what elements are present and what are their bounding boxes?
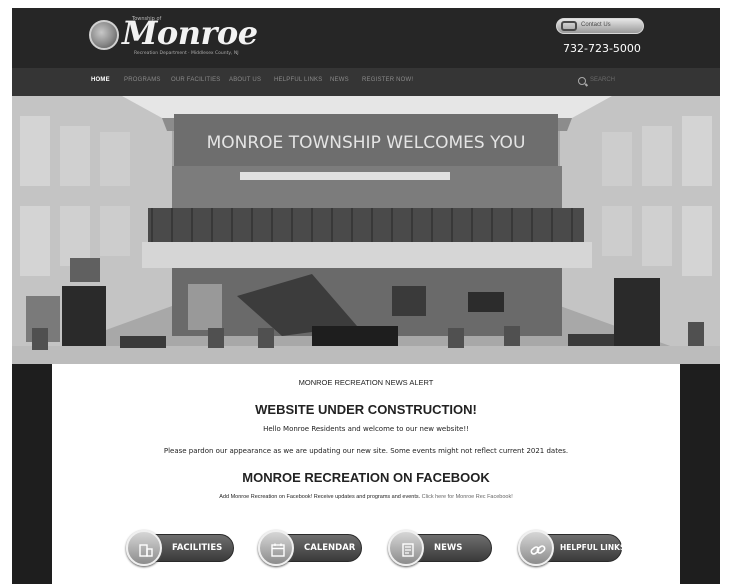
- news-button[interactable]: NEWS: [388, 530, 492, 566]
- site-logo[interactable]: Monroe: [122, 14, 258, 52]
- atrium-photo: MONROE TOWNSHIP WELCOMES YOU: [12, 96, 720, 364]
- nav-item-register[interactable]: REGISTER NOW!: [362, 77, 413, 83]
- facilities-button[interactable]: FACILITIES: [126, 530, 234, 566]
- facebook-heading: MONROE RECREATION ON FACEBOOK: [242, 470, 490, 485]
- link-icon: [518, 530, 554, 566]
- news-alert-title: MONROE RECREATION NEWS ALERT: [298, 378, 434, 387]
- hero-banner-text: MONROE TOWNSHIP WELCOMES YOU: [207, 133, 526, 153]
- helpful-links-label: HELPFUL LINKS: [560, 543, 626, 552]
- page-frame: Township of Monroe Recreation Department…: [12, 8, 720, 584]
- news-label: NEWS: [434, 543, 463, 553]
- nav-item-facilities[interactable]: OUR FACILITIES: [171, 77, 220, 83]
- nav-item-news[interactable]: NEWS: [330, 77, 349, 83]
- contact-us-label: Contact Us: [581, 22, 611, 28]
- facilities-label: FACILITIES: [172, 543, 223, 553]
- chat-icon: [561, 21, 577, 31]
- site-header: Township of Monroe Recreation Department…: [12, 8, 720, 68]
- facebook-text: Add Monroe Recreation on Facebook! Recei…: [219, 494, 421, 500]
- nav-item-about-us[interactable]: ABOUT US: [229, 77, 261, 83]
- township-seal-icon[interactable]: [89, 20, 119, 50]
- pardon-text: Please pardon our appearance as we are u…: [163, 447, 569, 455]
- main-content: MONROE RECREATION NEWS ALERT WEBSITE UND…: [52, 364, 680, 584]
- calendar-button[interactable]: CALENDAR: [258, 530, 362, 566]
- main-nav: HOME PROGRAMS OUR FACILITIES ABOUT US HE…: [12, 68, 720, 96]
- calendar-icon: [258, 530, 294, 566]
- nav-item-programs[interactable]: PROGRAMS: [124, 77, 161, 83]
- news-icon: [388, 530, 424, 566]
- facebook-link[interactable]: Click here for Monroe Rec Facebook!: [422, 494, 513, 500]
- search-input[interactable]: SEARCH: [590, 77, 615, 83]
- helpful-links-button[interactable]: HELPFUL LINKS: [518, 530, 626, 566]
- welcome-text: Hello Monroe Residents and welcome to ou…: [263, 425, 469, 433]
- calendar-label: CALENDAR: [304, 543, 356, 553]
- logo-tagline: Recreation Department · Middlesex County…: [134, 51, 239, 56]
- search-icon[interactable]: [578, 77, 586, 85]
- contact-us-button[interactable]: Contact Us: [556, 18, 644, 34]
- facebook-line: Add Monroe Recreation on Facebook! Recei…: [52, 494, 680, 500]
- nav-item-helpful-links[interactable]: HELPFUL LINKS: [274, 77, 322, 83]
- hero-photo: MONROE TOWNSHIP WELCOMES YOU: [12, 96, 720, 364]
- nav-item-home[interactable]: HOME: [91, 77, 110, 83]
- phone-number[interactable]: 732-723-5000: [563, 42, 641, 55]
- construction-heading: WEBSITE UNDER CONSTRUCTION!: [255, 402, 477, 417]
- building-icon: [126, 530, 162, 566]
